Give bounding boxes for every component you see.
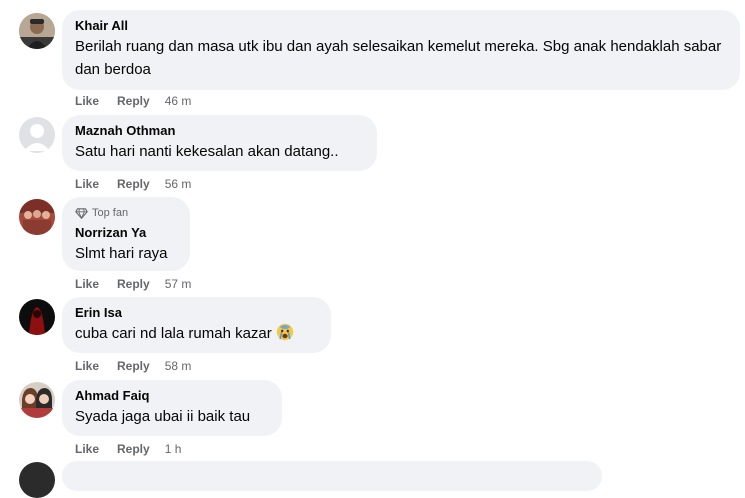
avatar[interactable]: [19, 117, 55, 153]
crying-face-icon: [276, 323, 293, 341]
comment-bubble: Top fan Norrizan Ya Slmt hari raya: [62, 197, 190, 271]
comment-author[interactable]: Erin Isa: [75, 305, 319, 321]
comment-timestamp[interactable]: 57 m: [165, 277, 192, 291]
comment-timestamp[interactable]: 58 m: [165, 359, 192, 373]
comment-bubble: Erin Isa cuba cari nd lala rumah kazar: [62, 297, 331, 353]
comment-author[interactable]: Norrizan Ya: [75, 225, 178, 241]
like-button[interactable]: Like: [75, 94, 99, 108]
next-comment-bubble: [62, 461, 602, 491]
avatar[interactable]: [19, 13, 55, 49]
comment-author[interactable]: Khair All: [75, 18, 728, 34]
comment-text: cuba cari nd lala rumah kazar: [75, 322, 319, 345]
reply-button[interactable]: Reply: [117, 94, 150, 108]
like-button[interactable]: Like: [75, 442, 99, 456]
comment-text: Slmt hari raya: [75, 245, 168, 262]
like-button[interactable]: Like: [75, 359, 99, 373]
comment-timestamp[interactable]: 56 m: [165, 177, 192, 191]
comment-text: Satu hari nanti kekesalan akan datang..: [75, 143, 339, 160]
top-fan-badge[interactable]: Top fan: [75, 206, 178, 220]
comment-timestamp[interactable]: 46 m: [165, 94, 192, 108]
comment-actions: Like Reply 58 m: [75, 358, 191, 374]
comment-text-content: cuba cari nd lala rumah kazar: [75, 325, 272, 342]
reply-button[interactable]: Reply: [117, 277, 150, 291]
reply-button[interactable]: Reply: [117, 177, 150, 191]
comment-bubble: Khair All Berilah ruang dan masa utk ibu…: [62, 10, 740, 90]
comment-actions: Like Reply 46 m: [75, 93, 191, 109]
next-comment-avatar[interactable]: [19, 462, 55, 498]
like-button[interactable]: Like: [75, 177, 99, 191]
diamond-icon: [75, 207, 88, 219]
comment-text: Syada jaga ubai ii baik tau: [75, 408, 251, 425]
reply-button[interactable]: Reply: [117, 442, 150, 456]
comment-bubble: Maznah Othman Satu hari nanti kekesalan …: [62, 115, 377, 171]
comment-timestamp[interactable]: 1 h: [165, 442, 182, 456]
comment-actions: Like Reply 57 m: [75, 276, 191, 292]
reply-button[interactable]: Reply: [117, 359, 150, 373]
comment-text: Berilah ruang dan masa utk ibu dan ayah …: [75, 38, 722, 78]
like-button[interactable]: Like: [75, 277, 99, 291]
comment-bubble: Ahmad Faiq Syada jaga ubai ii baik tau: [62, 380, 282, 436]
avatar[interactable]: [19, 199, 55, 235]
comment-author[interactable]: Ahmad Faiq: [75, 388, 270, 404]
comment-actions: Like Reply 1 h: [75, 441, 181, 457]
avatar[interactable]: [19, 382, 55, 418]
badge-label: Top fan: [92, 207, 129, 219]
avatar[interactable]: [19, 299, 55, 335]
comment-actions: Like Reply 56 m: [75, 176, 191, 192]
comment-author[interactable]: Maznah Othman: [75, 123, 365, 139]
